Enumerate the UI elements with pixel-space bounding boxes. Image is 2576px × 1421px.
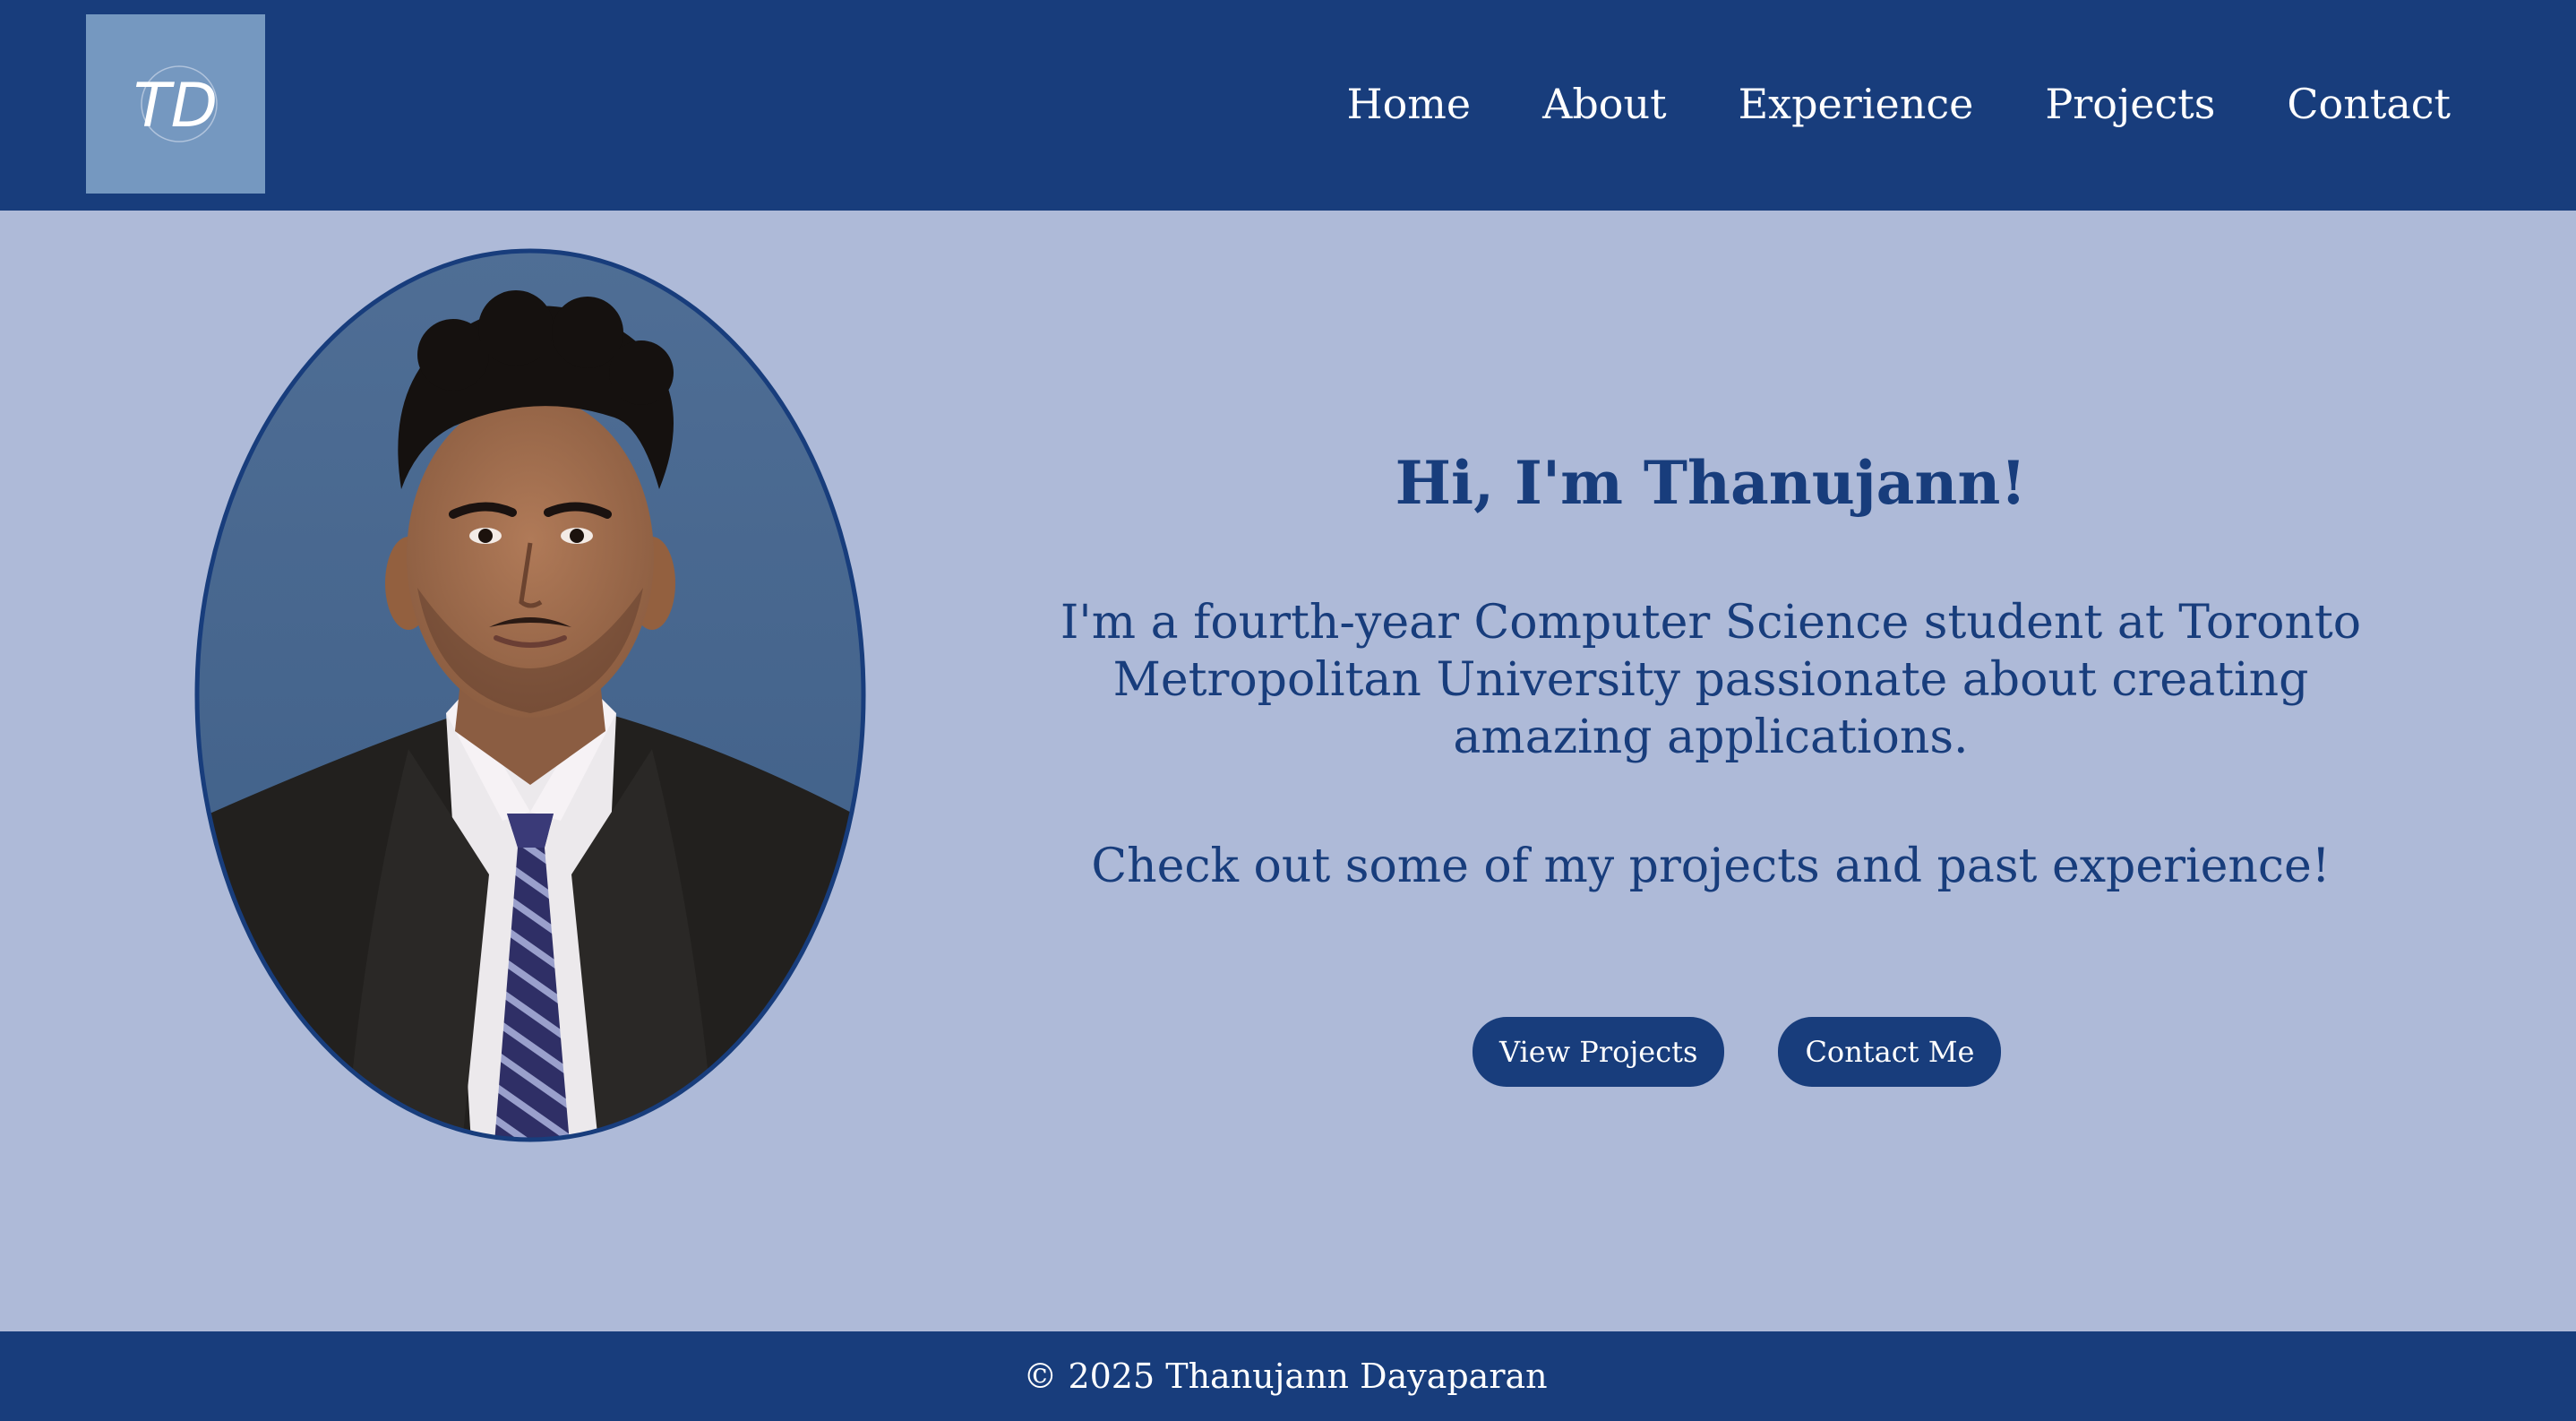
nav-about-link[interactable]: About	[1542, 80, 1666, 128]
site-footer: © 2025 Thanujann Dayaparan	[0, 1331, 2576, 1421]
contact-me-button[interactable]: Contact Me	[1778, 1017, 2002, 1087]
nav-contact-link[interactable]: Contact	[2287, 80, 2451, 128]
main-nav: Home About Experience Projects Contact	[1346, 0, 2451, 208]
nav-projects-link[interactable]: Projects	[2045, 80, 2215, 128]
hero-bio: I'm a fourth-year Computer Science stude…	[1060, 596, 2362, 765]
logo-text: TD	[133, 71, 218, 142]
logo[interactable]: TD	[86, 14, 265, 194]
site-header: TD Home About Experience Projects Contac…	[0, 0, 2576, 211]
nav-experience-link[interactable]: Experience	[1739, 80, 1974, 128]
hero-text: Hi, I'm Thanujann! I'm a fourth-year Com…	[994, 448, 2427, 895]
profile-photo	[194, 248, 866, 1142]
hero-title: Hi, I'm Thanujann!	[1395, 448, 2027, 518]
copyright-text: © 2025 Thanujann Dayaparan	[1023, 1356, 1548, 1396]
hero-cta-text: Check out some of my projects and past e…	[1091, 840, 2331, 894]
nav-home-link[interactable]: Home	[1346, 80, 1471, 128]
view-projects-button[interactable]: View Projects	[1473, 1017, 1725, 1087]
td-monogram-logo-icon: TD	[133, 65, 218, 142]
hero-buttons: View Projects Contact Me	[1473, 1017, 2002, 1087]
